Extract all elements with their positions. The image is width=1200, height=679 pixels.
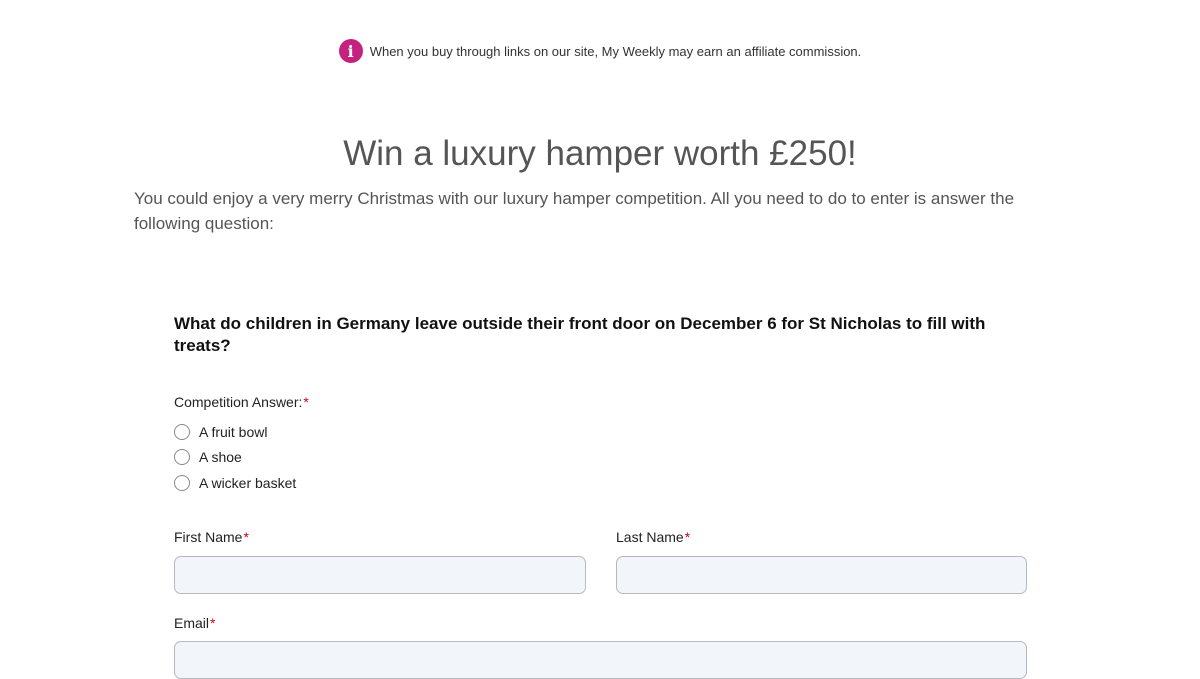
email-label: Email* <box>174 615 215 631</box>
first-name-label: First Name* <box>174 529 249 545</box>
first-name-label-text: First Name <box>174 529 243 545</box>
answer-option-wicker-basket[interactable]: A wicker basket <box>174 470 296 496</box>
answer-option-fruit-bowl[interactable]: A fruit bowl <box>174 419 296 445</box>
required-marker: * <box>243 529 249 545</box>
required-marker: * <box>303 394 309 410</box>
answer-option-shoe[interactable]: A shoe <box>174 445 296 471</box>
required-marker: * <box>684 529 691 545</box>
email-label-text: Email <box>174 615 210 631</box>
competition-answer-label: Competition Answer:* <box>174 394 309 410</box>
radio-button[interactable] <box>174 474 190 491</box>
page-title: Win a luxury hamper worth £250! <box>343 134 857 173</box>
radio-button[interactable] <box>174 449 190 466</box>
last-name-field[interactable] <box>616 556 1027 594</box>
required-marker: * <box>210 615 216 631</box>
last-name-label-text: Last Name <box>616 529 684 545</box>
radio-button[interactable] <box>174 423 190 440</box>
affiliate-notice: i When you buy through links on our site… <box>0 39 1200 63</box>
intro-paragraph: You could enjoy a very merry Christmas w… <box>134 189 1015 233</box>
competition-answer-label-text: Competition Answer: <box>174 394 303 410</box>
answer-option-label: A shoe <box>199 449 242 466</box>
email-field[interactable] <box>174 641 1027 679</box>
first-name-field[interactable] <box>174 556 586 594</box>
last-name-label: Last Name* <box>616 529 690 545</box>
answer-option-label: A wicker basket <box>199 474 297 491</box>
answer-options: A fruit bowl A shoe A wicker basket <box>174 419 296 496</box>
competition-question: What do children in Germany leave outsid… <box>174 314 986 355</box>
affiliate-notice-text: When you buy through links on our site, … <box>369 43 862 59</box>
answer-option-label: A fruit bowl <box>199 423 268 440</box>
info-icon: i <box>338 39 363 63</box>
